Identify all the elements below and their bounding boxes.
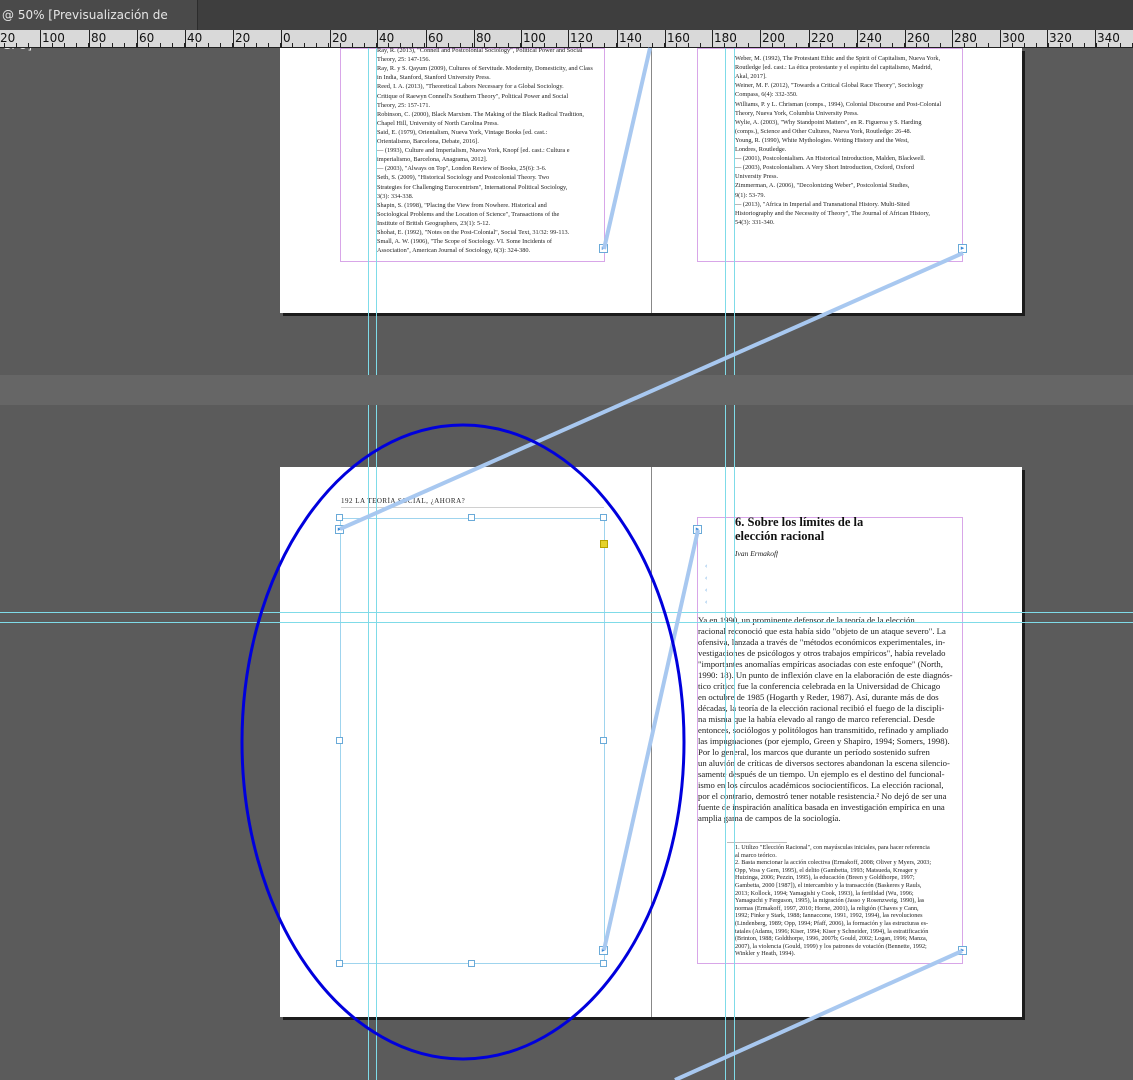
highlight-ellipse <box>240 423 686 1061</box>
thread-line-top-to-bottom <box>339 251 964 531</box>
thread-line-body-out <box>674 949 963 1080</box>
overlay-layer <box>240 47 964 1080</box>
thread-line-top-left <box>602 47 652 250</box>
text-thread-lines <box>339 47 964 1080</box>
